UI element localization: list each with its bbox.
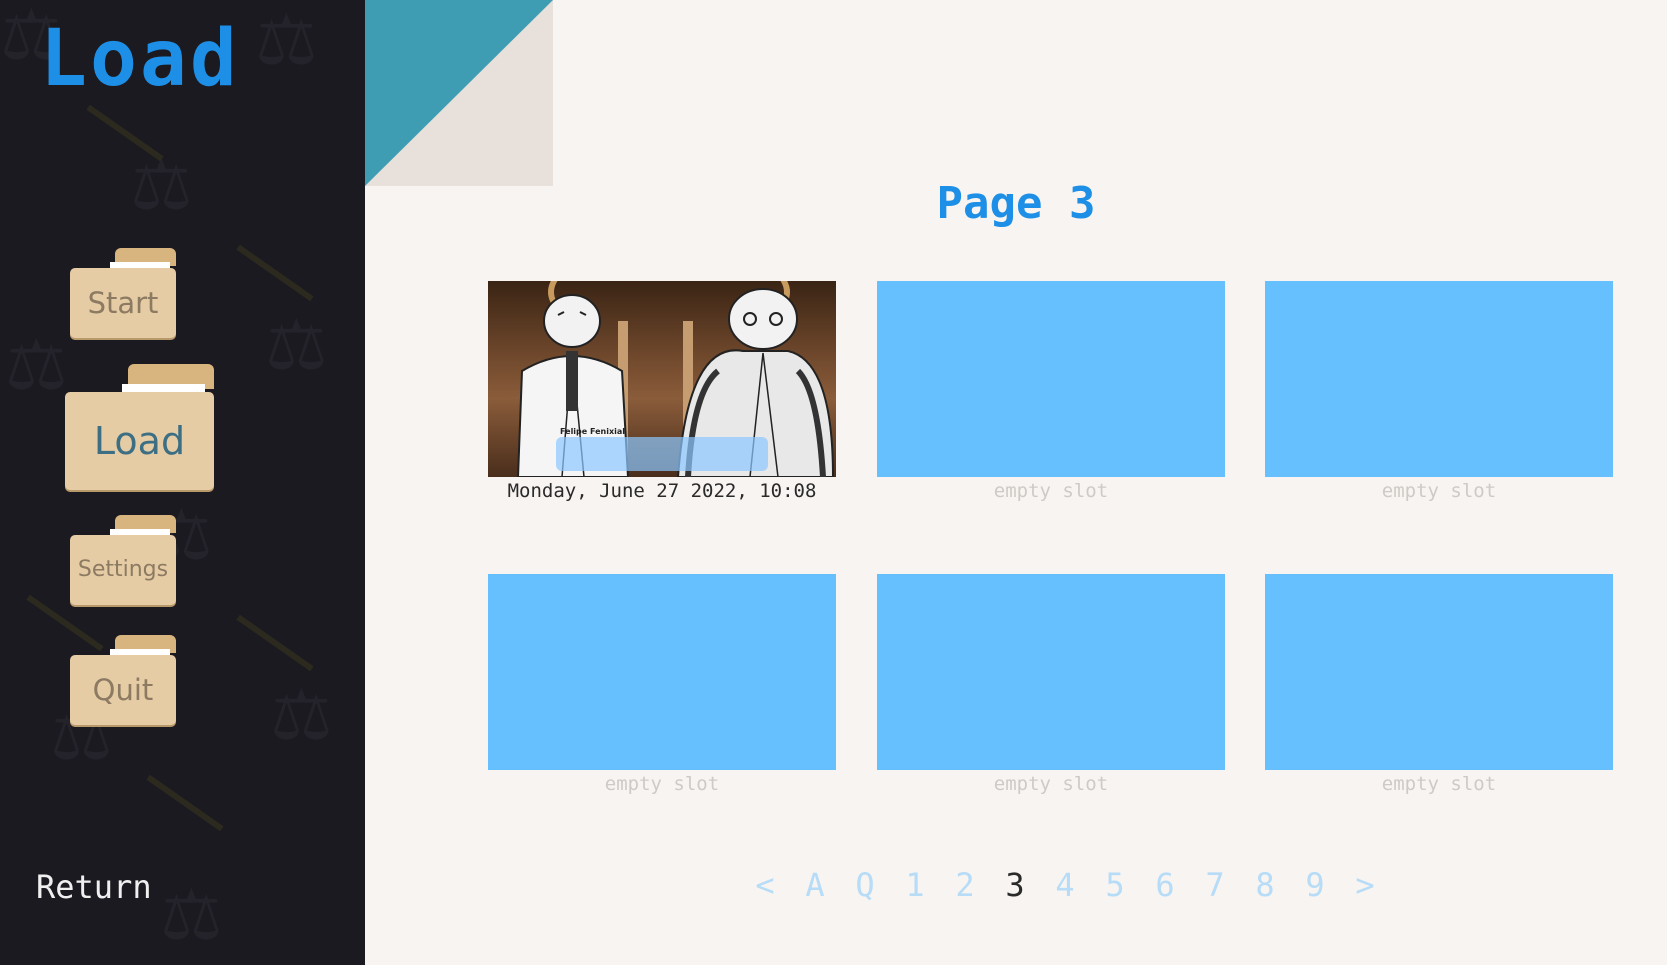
scales-of-justice-icon: ⚖ <box>160 874 223 956</box>
scales-of-justice-icon: ⚖ <box>5 324 68 406</box>
quit-button-label: Quit <box>70 654 176 725</box>
save-slot-4[interactable]: empty slot <box>488 574 836 795</box>
return-button[interactable]: Return <box>36 868 152 906</box>
start-button-label: Start <box>70 267 176 338</box>
page-button-1[interactable]: 1 <box>890 866 940 904</box>
slot-thumbnail <box>877 281 1225 477</box>
slot-thumbnail <box>1265 574 1613 770</box>
slot-caption: empty slot <box>1381 480 1497 502</box>
decorative-stripe <box>146 774 224 832</box>
dialogue-box <box>556 437 768 471</box>
sidebar: ⚖ ⚖ ⚖ ⚖ ⚖ ⚖ ⚖ ⚖ ⚖ Load Start Load Settin… <box>0 0 365 965</box>
page-button-9[interactable]: 9 <box>1290 866 1340 904</box>
decorative-stripe <box>86 104 164 162</box>
load-button-label: Load <box>65 391 214 490</box>
slot-thumbnail <box>877 574 1225 770</box>
next-page-button[interactable]: > <box>1340 866 1390 904</box>
page-label: Page 3 <box>936 178 1096 229</box>
scales-of-justice-icon: ⚖ <box>270 674 333 756</box>
load-button[interactable]: Load <box>65 364 214 490</box>
slot-caption: empty slot <box>604 773 720 795</box>
page-button-3[interactable]: 3 <box>990 866 1040 904</box>
scales-of-justice-icon: ⚖ <box>265 304 328 386</box>
page-button-5[interactable]: 5 <box>1090 866 1140 904</box>
thumbnail-name-tag: Felipe Fenixial <box>560 427 626 436</box>
page-button-2[interactable]: 2 <box>940 866 990 904</box>
save-slot-1[interactable]: Felipe Fenixial Monday, June 27 2022, 10… <box>488 281 836 502</box>
screen-title: Load <box>40 14 240 104</box>
slot-thumbnail: Felipe Fenixial <box>488 281 836 477</box>
page-button-7[interactable]: 7 <box>1190 866 1240 904</box>
slot-caption: Monday, June 27 2022, 10:08 <box>507 480 817 502</box>
quit-button[interactable]: Quit <box>70 635 176 725</box>
corner-triangle <box>365 0 553 186</box>
slot-thumbnail <box>1265 281 1613 477</box>
save-slot-3[interactable]: empty slot <box>1265 281 1613 502</box>
save-slot-5[interactable]: empty slot <box>877 574 1225 795</box>
page-button-4[interactable]: 4 <box>1040 866 1090 904</box>
slot-caption: empty slot <box>1381 773 1497 795</box>
pagination: < A Q 1 2 3 4 5 6 7 8 9 > <box>740 866 1390 904</box>
slot-thumbnail <box>488 574 836 770</box>
scales-of-justice-icon: ⚖ <box>130 144 193 226</box>
save-slot-2[interactable]: empty slot <box>877 281 1225 502</box>
decorative-stripe <box>236 614 314 672</box>
page-button-8[interactable]: 8 <box>1240 866 1290 904</box>
settings-button-label: Settings <box>70 534 176 605</box>
settings-button[interactable]: Settings <box>70 515 176 605</box>
start-button[interactable]: Start <box>70 248 176 338</box>
page-button-6[interactable]: 6 <box>1140 866 1190 904</box>
slot-caption: empty slot <box>993 480 1109 502</box>
auto-saves-page-button[interactable]: A <box>790 866 840 904</box>
save-slot-6[interactable]: empty slot <box>1265 574 1613 795</box>
corner-decoration <box>365 0 553 186</box>
decorative-stripe <box>236 244 314 302</box>
quick-saves-page-button[interactable]: Q <box>840 866 890 904</box>
scales-of-justice-icon: ⚖ <box>255 0 318 81</box>
slot-caption: empty slot <box>993 773 1109 795</box>
prev-page-button[interactable]: < <box>740 866 790 904</box>
